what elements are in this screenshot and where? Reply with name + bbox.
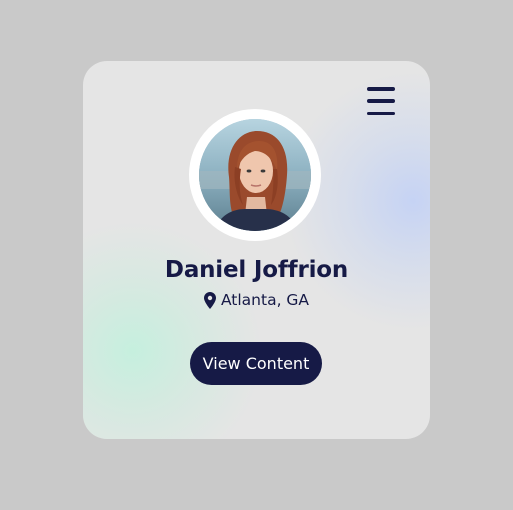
menu-bar-top <box>367 87 395 91</box>
profile-card: Daniel Joffrion Atlanta, GA View Content <box>83 61 430 439</box>
avatar-ring <box>189 109 321 241</box>
avatar <box>199 119 311 231</box>
page-background: Daniel Joffrion Atlanta, GA View Content <box>0 0 513 510</box>
view-content-button[interactable]: View Content <box>190 342 322 385</box>
map-pin-icon <box>203 291 216 309</box>
profile-location: Atlanta, GA <box>83 291 430 309</box>
location-text: Atlanta, GA <box>220 291 310 309</box>
green-glow-decoration <box>83 221 263 439</box>
profile-name: Daniel Joffrion <box>164 257 349 283</box>
hamburger-menu-icon[interactable] <box>367 87 397 115</box>
avatar-portrait-icon <box>199 119 311 231</box>
menu-bar-middle <box>367 99 395 103</box>
menu-bar-bottom <box>367 111 395 115</box>
